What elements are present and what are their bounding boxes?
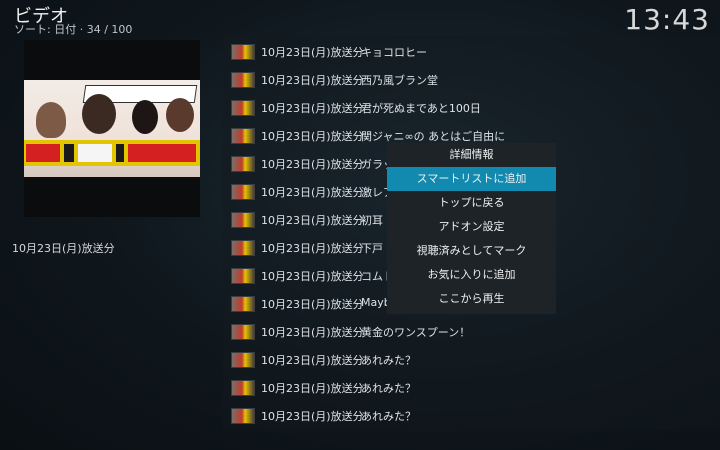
list-item[interactable]: 10月23日(月)放送分 あれみた？ — [225, 401, 720, 429]
preview-banner — [24, 140, 200, 166]
context-menu: 詳細情報 スマートリストに追加 トップに戻る アドオン設定 視聴済みとしてマーク… — [387, 143, 556, 314]
preview-person — [166, 98, 194, 132]
menu-item-play-from-here[interactable]: ここから再生 — [387, 287, 556, 311]
item-thumbnail — [231, 408, 255, 424]
separator-dot: · — [79, 23, 87, 36]
list-item[interactable]: 10月23日(月)放送分 黄金のワンスプーン！ — [225, 317, 720, 345]
menu-item-back-to-top[interactable]: トップに戻る — [387, 191, 556, 215]
preview-image — [24, 80, 200, 177]
menu-item-info[interactable]: 詳細情報 — [387, 143, 556, 167]
list-item[interactable]: 10月23日(月)放送分 あれみた？ — [225, 373, 720, 401]
preview-thumbnail — [24, 40, 200, 217]
item-title: あれみた？ — [361, 354, 416, 367]
item-date: 10月23日(月)放送分 — [261, 382, 364, 395]
item-thumbnail — [231, 380, 255, 396]
preview-caption: 10月23日(月)放送分 — [12, 242, 115, 255]
item-date: 10月23日(月)放送分 — [261, 354, 364, 367]
item-date: 10月23日(月)放送分 — [261, 186, 364, 199]
item-date: 10月23日(月)放送分 — [261, 242, 364, 255]
item-thumbnail — [231, 44, 255, 60]
item-date: 10月23日(月)放送分 — [261, 46, 364, 59]
item-thumbnail — [231, 72, 255, 88]
menu-item-add-smart-list[interactable]: スマートリストに追加 — [387, 167, 556, 191]
sort-label: ソート: 日付 — [14, 23, 77, 36]
list-item[interactable]: 10月23日(月)放送分 君が死ぬまであと100日 — [225, 93, 720, 121]
position-count: 34 / 100 — [86, 23, 133, 36]
sort-status: ソート: 日付 · 34 / 100 — [14, 21, 132, 37]
item-date: 10月23日(月)放送分 — [261, 158, 364, 171]
item-thumbnail — [231, 240, 255, 256]
item-title: 下戸 — [361, 242, 383, 255]
item-title: 西乃風ブラン堂 — [361, 74, 438, 87]
list-item[interactable]: 10月23日(月)放送分 あれみた？ — [225, 345, 720, 373]
item-title: あれみた？ — [361, 410, 416, 423]
list-item[interactable]: 10月23日(月)放送分 キョコロヒー — [225, 37, 720, 65]
item-date: 10月23日(月)放送分 — [261, 270, 364, 283]
item-thumbnail — [231, 156, 255, 172]
item-date: 10月23日(月)放送分 — [261, 130, 364, 143]
item-title: 関ジャニ∞の あとはご自由に — [361, 130, 506, 143]
item-date: 10月23日(月)放送分 — [261, 214, 364, 227]
item-thumbnail — [231, 100, 255, 116]
item-title: 初耳 — [361, 214, 383, 227]
preview-person — [36, 102, 66, 138]
item-date: 10月23日(月)放送分 — [261, 298, 364, 311]
item-title: キョコロヒー — [361, 46, 427, 59]
item-thumbnail — [231, 128, 255, 144]
item-thumbnail — [231, 352, 255, 368]
menu-item-mark-watched[interactable]: 視聴済みとしてマーク — [387, 239, 556, 263]
item-date: 10月23日(月)放送分 — [261, 102, 364, 115]
item-thumbnail — [231, 324, 255, 340]
item-date: 10月23日(月)放送分 — [261, 74, 364, 87]
item-title: 君が死ぬまであと100日 — [361, 102, 481, 115]
item-title: 黄金のワンスプーン！ — [361, 326, 471, 339]
item-date: 10月23日(月)放送分 — [261, 410, 364, 423]
item-date: 10月23日(月)放送分 — [261, 326, 364, 339]
clock: 13:43 — [624, 3, 710, 36]
list-item[interactable]: 10月23日(月)放送分 西乃風ブラン堂 — [225, 65, 720, 93]
preview-person — [82, 94, 116, 134]
item-thumbnail — [231, 184, 255, 200]
menu-item-add-favorites[interactable]: お気に入りに追加 — [387, 263, 556, 287]
preview-person — [132, 100, 158, 134]
item-thumbnail — [231, 296, 255, 312]
item-thumbnail — [231, 212, 255, 228]
menu-item-addon-settings[interactable]: アドオン設定 — [387, 215, 556, 239]
item-thumbnail — [231, 268, 255, 284]
item-title: あれみた？ — [361, 382, 416, 395]
